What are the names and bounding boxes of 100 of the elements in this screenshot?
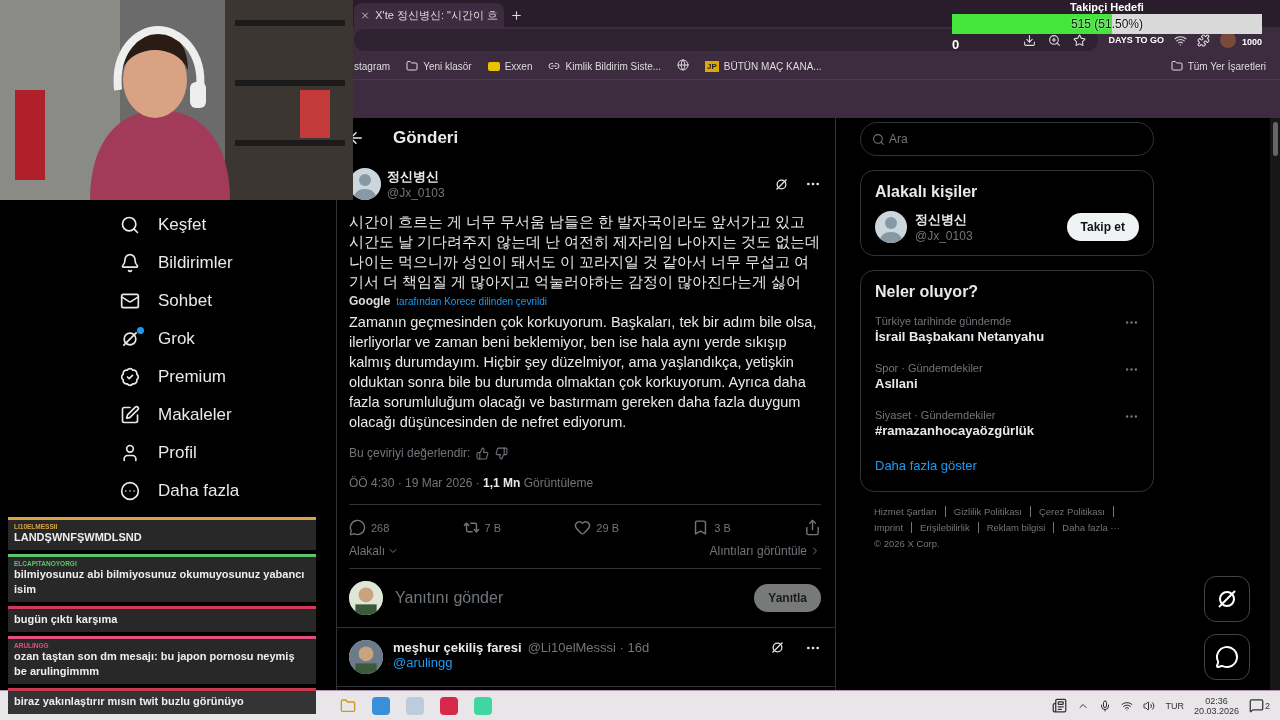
grok-button[interactable] xyxy=(1204,576,1250,622)
trend-context: Siyaset · Gündemdekiler xyxy=(875,409,997,421)
scrollbar[interactable] xyxy=(1270,118,1280,690)
bookmark-item[interactable]: JP BÜTÜN MAÇ KANA... xyxy=(705,60,822,72)
footer-link[interactable]: Hizmet Şartları xyxy=(874,506,946,517)
notification-count: 2 xyxy=(1265,700,1270,711)
page-title: Gönderi xyxy=(393,128,459,148)
nav-item[interactable]: Premium xyxy=(120,358,336,396)
footer-link[interactable]: Reklam bilgisi xyxy=(986,522,1055,533)
x-logo-icon xyxy=(360,9,371,21)
sort-dropdown[interactable]: Alakalı xyxy=(349,544,386,558)
browser-tab[interactable]: X'te 정신병신: "시간이 흐 xyxy=(354,3,504,27)
bookmark-item[interactable]: stagram xyxy=(354,60,391,72)
nav-item[interactable]: Grok xyxy=(120,320,336,358)
bookmark-icon xyxy=(487,61,500,71)
more-icon xyxy=(120,481,140,501)
messages-button[interactable] xyxy=(1204,634,1250,680)
author-handle[interactable]: @Li10elMesssi · 16d xyxy=(527,640,650,655)
share-icon xyxy=(803,519,821,536)
edit-document-icon xyxy=(120,405,140,425)
goal-max: 1000 xyxy=(1241,37,1262,49)
news-icon xyxy=(1052,698,1068,713)
nav-item[interactable]: Keşfet xyxy=(120,206,336,244)
footer-link[interactable]: Daha fazla ··· xyxy=(1062,522,1120,533)
action-button[interactable] xyxy=(803,519,821,536)
footer-link[interactable]: Çerez Politikası xyxy=(1038,506,1114,517)
mention-link[interactable]: @arulingg xyxy=(393,655,760,670)
nav-item[interactable]: Profil xyxy=(120,434,336,472)
mic-icon xyxy=(1099,699,1112,712)
translation-note[interactable]: tarafından Korece dilinden çevrildi xyxy=(396,295,547,307)
action-button[interactable]: 3 B xyxy=(692,519,731,536)
install-icon xyxy=(1023,33,1037,47)
thumbs-down-icon xyxy=(495,446,509,460)
goal-min: 0 xyxy=(952,37,960,52)
follow-button[interactable]: Takip et xyxy=(1066,213,1139,241)
mail-icon xyxy=(120,291,140,311)
language-indicator[interactable]: TUR xyxy=(1165,700,1184,711)
rate-label: Bu çeviriyi değerlendir: xyxy=(349,446,471,460)
globe-icon xyxy=(677,59,690,71)
browser-icon[interactable] xyxy=(372,696,390,715)
translated-text: Zamanın geçmesinden çok korkuyorum. Başkaları, tek bir adım bile olsa, ilerliyorlar ve zaman beni beklemiyor, ben ise hala aynı yerde sıkışıp kalmış durumdayım. Hiçbir şey düzelmiyor, ama yaşlandıkça, yetişkin olduktan sonra bile bu durumda olmaktan çok korkuyorum. Ayrıca daha fazla sorumluluğum olacağı ve bastırmam gereken daha fazla duygum olacağı düşüncesinden de nefret ediyorum. xyxy=(349,313,818,432)
folder-icon xyxy=(1170,60,1183,72)
extension-label[interactable]: DAYS TO GO xyxy=(1108,35,1164,45)
trend-topic[interactable]: #ramazanhocayaözgürlük xyxy=(875,423,1034,438)
action-button[interactable]: 268 xyxy=(349,519,390,536)
google-label: Google xyxy=(349,294,391,308)
clock[interactable]: 02:36 20.03.2026 xyxy=(1193,695,1239,716)
author-name[interactable]: 정신병신 xyxy=(387,168,768,186)
chat-icon xyxy=(1215,645,1239,669)
show-more-link[interactable]: Daha fazla göster xyxy=(875,452,1139,479)
action-button[interactable]: 29 B xyxy=(574,519,619,536)
nav-item[interactable]: Sohbet xyxy=(120,282,336,320)
tweet-meta: ÖÖ 4:30 · 19 Mar 2026 · 1,1 Mn Görüntüleme xyxy=(349,476,821,505)
nav-item[interactable]: Makaleler xyxy=(120,396,336,434)
card-title: Neler oluyor? xyxy=(875,283,980,301)
new-tab-icon xyxy=(510,9,523,22)
verified-badge-icon xyxy=(120,367,140,387)
copyright: © 2026 X Corp. xyxy=(874,538,940,549)
search-icon xyxy=(120,215,140,235)
zoom-icon xyxy=(1048,33,1062,47)
action-button[interactable]: 7 B xyxy=(462,519,502,536)
trend-context: Türkiye tarihinde gündemde xyxy=(875,315,1013,327)
person-handle[interactable]: @Jx_0103 xyxy=(915,229,1059,243)
grok-icon xyxy=(770,640,785,655)
star-icon xyxy=(1073,33,1087,47)
volume-icon xyxy=(1143,699,1156,712)
thumbs-up-icon xyxy=(476,446,490,460)
author-name[interactable]: meşhur çekiliş faresi xyxy=(393,640,522,655)
notifications-icon xyxy=(1249,698,1264,713)
grok-icon xyxy=(774,176,789,192)
bookmark-item[interactable]: Yeni klasör xyxy=(406,60,472,72)
trend-topic[interactable]: Asllani xyxy=(875,376,983,391)
link-icon xyxy=(548,60,561,72)
search-field[interactable]: Ara xyxy=(860,122,1154,156)
bookmark-item[interactable]: Exxen xyxy=(487,60,533,72)
nav-item[interactable]: Daha fazla xyxy=(120,472,336,510)
goal-title: Takipçi Hedefi xyxy=(1070,0,1144,14)
search-icon xyxy=(872,133,885,146)
person-icon xyxy=(120,443,140,463)
footer-link[interactable]: Gizlilik Politikası xyxy=(953,506,1031,517)
heart-icon xyxy=(574,519,592,536)
app-icon[interactable] xyxy=(440,696,458,715)
bookmark-item[interactable]: Kimlik Bildirim Siste... xyxy=(548,60,662,72)
bell-icon xyxy=(120,253,140,273)
nav-item[interactable]: Bildirimler xyxy=(120,244,336,282)
folder-icon xyxy=(340,697,356,714)
trend-context: Spor · Gündemdekiler xyxy=(875,362,983,374)
all-bookmarks[interactable]: Tüm Yer İşaretleri xyxy=(1170,60,1266,72)
author-handle[interactable]: @Jx_0103 xyxy=(387,186,768,200)
quotes-link[interactable]: Alıntıları görüntüle xyxy=(709,544,807,558)
footer-link[interactable]: Imprint xyxy=(874,522,913,533)
card-title: Alakalı kişiler xyxy=(875,183,979,201)
tweet-text: 시간이 흐르는 게 너무 무서움 남들은 한 발자국이라도 앞서가고 있고 시간도 날 기다려주지 않는데 난 여전히 제자리임 나아지는 것도 없는데 나이는 먹으니까 성인이 돼서도 이 꼬라지일 것 같아서 너무 무섭고 여기서 더 책임질 게 많아지고 억눌러야하는 감정이 많아진다는게 싫어 xyxy=(349,213,821,292)
footer-link[interactable]: Erişilebilirlik xyxy=(920,522,979,533)
wifi-icon xyxy=(1121,699,1134,712)
address-bar[interactable] xyxy=(354,29,1099,51)
wifi-icon xyxy=(1174,33,1187,47)
trend-topic[interactable]: İsrail Başbakanı Netanyahu xyxy=(875,329,1045,344)
chat-message: bugün çıktı karşıma xyxy=(8,606,316,632)
person-name[interactable]: 정신병신 xyxy=(915,211,1059,229)
